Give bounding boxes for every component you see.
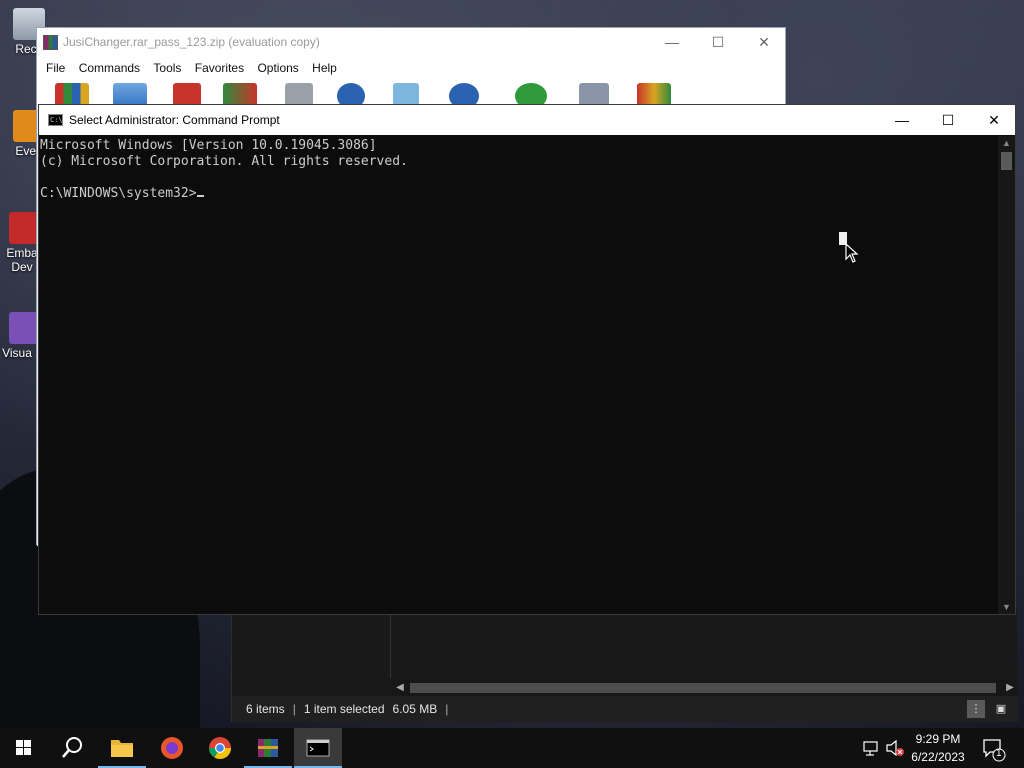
cmd-title: Select Administrator: Command Prompt <box>69 113 280 127</box>
start-button[interactable] <box>0 728 48 768</box>
winrar-titlebar[interactable]: JusiChanger.rar_pass_123.zip (evaluation… <box>37 28 785 57</box>
firefox-icon <box>161 737 183 759</box>
notification-count: 1 <box>996 748 1002 759</box>
clock-time: 9:29 PM <box>915 732 961 746</box>
menu-favorites[interactable]: Favorites <box>195 61 244 75</box>
close-button[interactable]: ✕ <box>741 28 787 57</box>
minimize-button[interactable]: — <box>879 105 925 135</box>
console-line: (c) Microsoft Corporation. All rights re… <box>40 154 408 169</box>
taskbar-clock[interactable]: 9:29 PM 6/22/2023 <box>905 730 971 766</box>
status-separator: | <box>445 702 449 716</box>
menu-options[interactable]: Options <box>257 61 298 75</box>
status-bar: 6 items | 1 item selected 6.05 MB | <box>232 696 1018 722</box>
console-output[interactable]: Microsoft Windows [Version 10.0.19045.30… <box>39 136 999 614</box>
console-prompt-line[interactable]: C:\WINDOWS\system32> <box>40 186 999 202</box>
menu-help[interactable]: Help <box>312 61 337 75</box>
cmd-icon <box>306 739 330 757</box>
maximize-button[interactable]: ☐ <box>925 105 971 135</box>
scroll-down-icon[interactable]: ▼ <box>998 600 1015 614</box>
menu-tools[interactable]: Tools <box>153 61 181 75</box>
scroll-up-icon[interactable]: ▲ <box>998 136 1015 150</box>
menu-file[interactable]: File <box>46 61 65 75</box>
cmd-app-icon: C:\ <box>48 114 63 126</box>
winrar-menubar: File Commands Tools Favorites Options He… <box>37 57 785 79</box>
details-view-icon[interactable]: ⋮ <box>967 700 985 718</box>
status-selected: 1 item selected <box>303 702 385 716</box>
volume-muted-icon <box>886 739 904 757</box>
winrar-taskbar-button[interactable] <box>244 728 292 768</box>
scrollbar-thumb[interactable] <box>410 683 996 693</box>
action-center-button[interactable]: 1 <box>980 728 1010 768</box>
command-prompt-window[interactable]: C:\ Select Administrator: Command Prompt… <box>38 104 1016 615</box>
large-icons-view-icon[interactable]: ▣ <box>992 700 1010 718</box>
status-separator: | <box>292 702 296 716</box>
cmd-taskbar-button[interactable] <box>294 728 342 768</box>
scrollbar-thumb[interactable] <box>1001 152 1012 170</box>
close-button[interactable]: ✕ <box>971 105 1017 135</box>
search-icon <box>62 737 82 758</box>
scroll-left-icon[interactable]: ◀ <box>392 680 408 696</box>
winrar-title: JusiChanger.rar_pass_123.zip (evaluation… <box>63 35 320 49</box>
status-item-count: 6 items <box>246 702 285 716</box>
firefox-taskbar-button[interactable] <box>148 728 196 768</box>
maximize-button[interactable]: ☐ <box>695 28 741 57</box>
chrome-taskbar-button[interactable] <box>196 728 244 768</box>
horizontal-scrollbar[interactable]: ◀ ▶ <box>392 680 1018 696</box>
minimize-button[interactable]: — <box>649 28 695 57</box>
windows-logo-icon <box>16 740 31 755</box>
status-size: 6.05 MB <box>392 702 438 716</box>
console-prompt: C:\WINDOWS\system32> <box>40 186 197 201</box>
mouse-pointer-icon <box>845 243 859 263</box>
winrar-app-icon <box>43 35 58 50</box>
folder-icon <box>111 740 133 757</box>
menu-commands[interactable]: Commands <box>79 61 140 75</box>
network-icon <box>863 741 878 756</box>
taskbar: 9:29 PM 6/22/2023 1 <box>0 728 1024 768</box>
network-tray-icon[interactable] <box>860 728 882 768</box>
search-button[interactable] <box>48 728 96 768</box>
cmd-titlebar[interactable]: C:\ Select Administrator: Command Prompt… <box>39 105 1015 135</box>
file-explorer-window: ◀ ▶ 6 items | 1 item selected 6.05 MB | ⋮ ▣ <box>231 608 1018 722</box>
volume-tray-icon[interactable] <box>884 728 906 768</box>
file-explorer-taskbar-button[interactable] <box>98 728 146 768</box>
scroll-right-icon[interactable]: ▶ <box>1002 680 1018 696</box>
console-line: Microsoft Windows [Version 10.0.19045.30… <box>40 138 377 153</box>
vertical-scrollbar[interactable]: ▲ ▼ <box>998 136 1015 614</box>
text-cursor <box>196 195 204 197</box>
chrome-icon <box>209 737 231 759</box>
pane-divider <box>390 608 391 678</box>
notification-icon <box>983 739 1006 762</box>
clock-date: 6/22/2023 <box>911 750 965 764</box>
winrar-icon <box>258 739 278 757</box>
